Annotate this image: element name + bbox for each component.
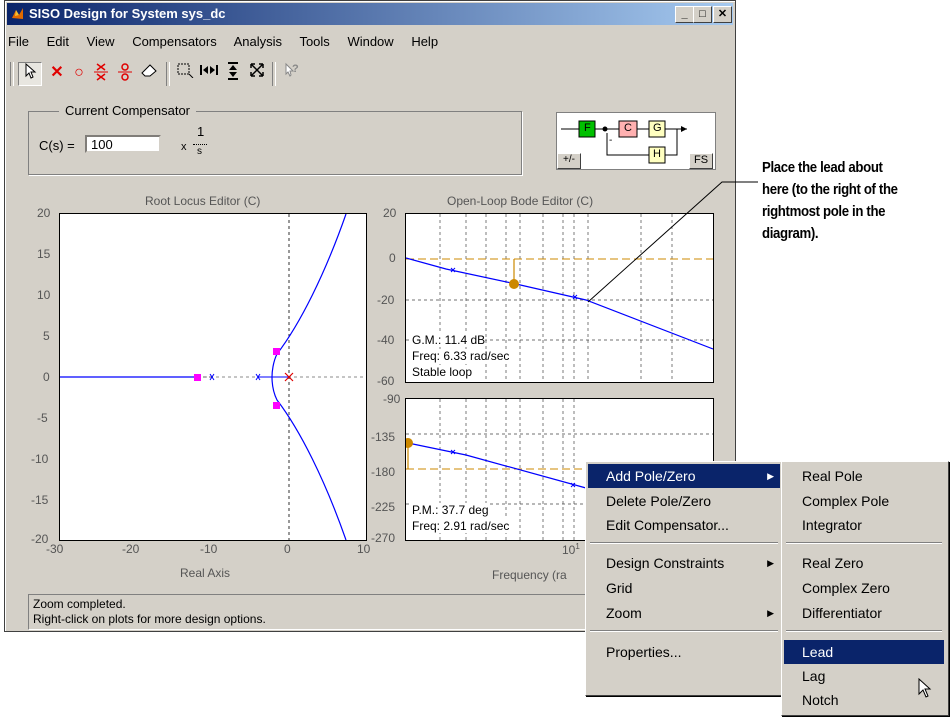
times-label: x — [181, 141, 187, 153]
bode-xtick: 101 — [562, 542, 580, 557]
submenu-integrator[interactable]: Integrator — [784, 513, 944, 537]
tf-denominator: s — [197, 146, 202, 157]
menu-item-grid[interactable]: Grid — [588, 576, 780, 600]
menu-bar: File Edit View Compensators Analysis Too… — [8, 34, 452, 54]
close-button[interactable]: ✕ — [713, 6, 732, 23]
zoom-box-icon[interactable] — [174, 62, 196, 84]
menu-file[interactable]: File — [8, 34, 29, 49]
add-pole-icon[interactable]: ✕ — [46, 62, 68, 84]
submenu-complex-zero[interactable]: Complex Zero — [784, 576, 944, 600]
toolbar: ✕ ○ ? — [10, 60, 410, 90]
menu-analysis[interactable]: Analysis — [234, 34, 282, 49]
submenu-lead[interactable]: Lead — [784, 640, 944, 664]
block-g[interactable]: G — [653, 122, 662, 134]
submenu-complex-pole[interactable]: Complex Pole — [784, 489, 944, 513]
fit-icon[interactable] — [246, 62, 268, 84]
maximize-button[interactable]: □ — [693, 6, 712, 23]
minimize-button[interactable]: _ — [675, 6, 694, 23]
menu-help[interactable]: Help — [411, 34, 438, 49]
feedback-diagram[interactable]: F C G H - +/- FS — [556, 112, 716, 170]
submenu-differentiator[interactable]: Differentiator — [784, 601, 944, 625]
fs-button[interactable]: FS — [689, 153, 713, 169]
select-arrow-icon[interactable] — [18, 62, 42, 86]
add-complex-pole-icon[interactable] — [90, 62, 112, 84]
current-compensator-group: Current Compensator C(s) = 100 x 1 s — [28, 103, 522, 175]
eraser-icon[interactable] — [138, 62, 160, 84]
menu-window[interactable]: Window — [347, 34, 393, 49]
root-locus-plot[interactable] — [59, 213, 367, 541]
callout-text: Place the lead about here (to the right … — [762, 159, 898, 242]
menu-view[interactable]: View — [87, 34, 115, 49]
sign-button[interactable]: +/- — [557, 153, 581, 169]
bode-title: Open-Loop Bode Editor (C) — [447, 194, 594, 208]
add-zero-icon[interactable]: ○ — [68, 62, 90, 84]
current-compensator-label: Current Compensator — [59, 103, 196, 118]
menu-item-edit-compensator[interactable]: Edit Compensator... — [588, 513, 780, 537]
menu-edit[interactable]: Edit — [47, 34, 69, 49]
status-line-2: Right-click on plots for more design opt… — [33, 612, 266, 626]
window-title: SISO Design for System sys_dc — [29, 6, 226, 21]
block-f[interactable]: F — [584, 122, 591, 134]
status-line-1: Zoom completed. — [33, 597, 126, 611]
title-bar[interactable]: SISO Design for System sys_dc _ □ ✕ — [7, 3, 733, 25]
gain-margin-freq: Freq: 6.33 rad/sec — [412, 349, 510, 363]
tf-numerator: 1 — [197, 124, 205, 139]
zoom-x-icon[interactable] — [198, 62, 220, 84]
submenu-real-zero[interactable]: Real Zero — [784, 551, 944, 575]
gain-margin-text: G.M.: 11.4 dB — [412, 333, 486, 347]
gain-input[interactable]: 100 — [85, 135, 161, 153]
bode-xlabel: Frequency (ra — [492, 568, 567, 582]
svg-text:?: ? — [292, 63, 299, 75]
menu-item-zoom[interactable]: Zoom ▶ — [588, 601, 780, 625]
stable-loop-text: Stable loop — [412, 365, 473, 379]
phase-margin-text: P.M.: 37.7 deg — [412, 503, 489, 517]
help-icon[interactable]: ? — [280, 62, 302, 84]
menu-compensators[interactable]: Compensators — [132, 34, 217, 49]
menu-tools[interactable]: Tools — [299, 34, 329, 49]
block-c[interactable]: C — [624, 122, 632, 134]
matlab-icon — [11, 7, 24, 20]
menu-item-delete-pole-zero[interactable]: Delete Pole/Zero — [588, 489, 780, 513]
root-locus-title: Root Locus Editor (C) — [145, 194, 261, 208]
submenu-real-pole[interactable]: Real Pole — [784, 464, 944, 488]
mouse-cursor-icon — [918, 678, 932, 698]
root-locus-xlabel: Real Axis — [180, 566, 231, 580]
callout-leader-line — [587, 181, 758, 303]
context-menu: Add Pole/Zero ▶ Delete Pole/Zero Edit Com… — [585, 461, 784, 696]
menu-item-add-pole-zero[interactable]: Add Pole/Zero ▶ — [588, 464, 780, 488]
cs-label: C(s) = — [39, 138, 75, 153]
tf-bar — [193, 144, 207, 145]
block-h[interactable]: H — [653, 148, 661, 160]
zoom-y-icon[interactable] — [222, 62, 244, 84]
menu-item-design-constraints[interactable]: Design Constraints ▶ — [588, 551, 780, 575]
phase-margin-freq: Freq: 2.91 rad/sec — [412, 519, 510, 533]
add-complex-zero-icon[interactable] — [114, 62, 136, 84]
minus-sign: - — [609, 135, 613, 146]
menu-item-properties[interactable]: Properties... — [588, 640, 780, 664]
